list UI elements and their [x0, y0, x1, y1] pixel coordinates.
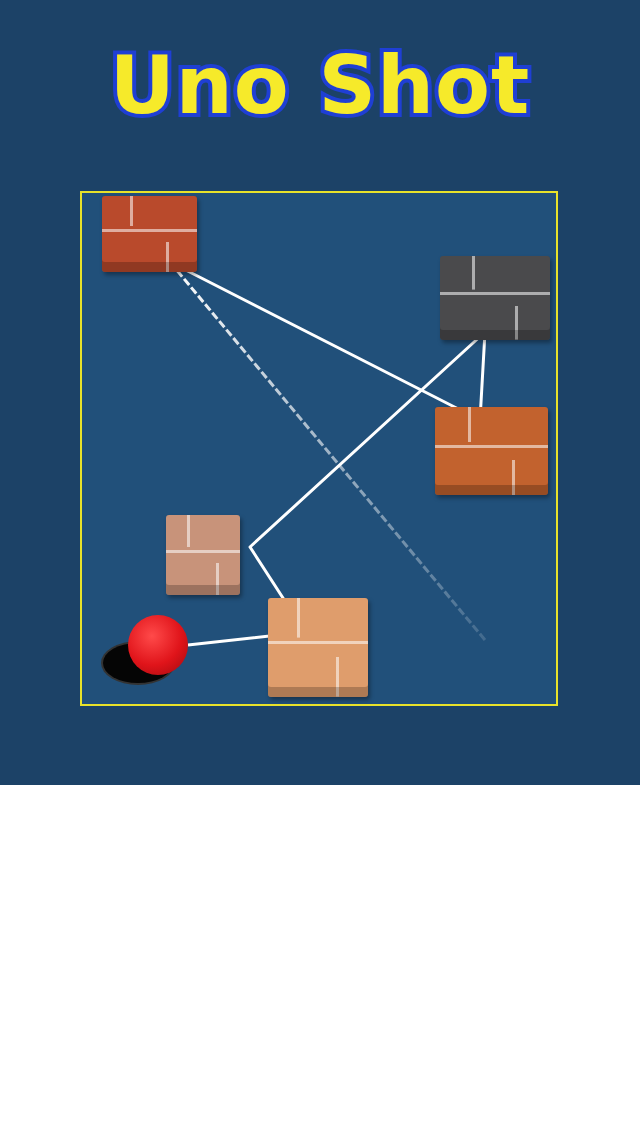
brick [435, 407, 548, 495]
game-title: Uno Shot [0, 40, 640, 132]
game-screen: Uno Shot [0, 0, 640, 785]
game-board[interactable] [80, 191, 558, 706]
brick [440, 256, 550, 340]
brick [268, 598, 368, 697]
ball[interactable] [128, 615, 188, 675]
brick [166, 515, 240, 595]
brick [102, 196, 197, 272]
